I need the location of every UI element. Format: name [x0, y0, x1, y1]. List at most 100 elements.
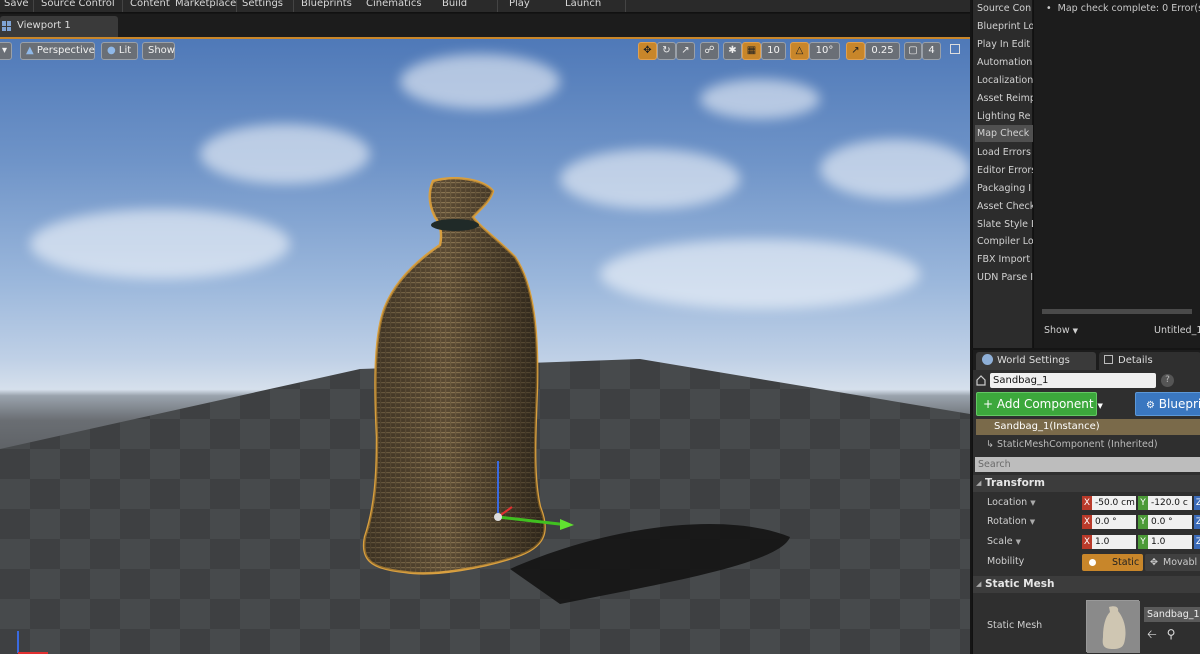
log-category-item[interactable]: Slate Style L — [975, 216, 1033, 233]
build-button[interactable]: Build — [442, 0, 467, 9]
sky-cloud — [200, 124, 370, 184]
sky-cloud — [820, 139, 970, 199]
log-category-item[interactable]: Blueprint Lo — [975, 18, 1033, 35]
chevron-down-icon: ▼ — [1030, 499, 1036, 507]
perspective-cube-icon: ▲ — [26, 45, 34, 56]
mobility-static-toggle[interactable]: Static — [1082, 554, 1143, 571]
component-tree-instance[interactable]: Sandbag_1(Instance) — [976, 419, 1200, 435]
perspective-button[interactable]: ▲ Perspective — [20, 42, 95, 60]
scale-mode-icon[interactable]: ↗ — [676, 42, 695, 60]
marketplace-button[interactable]: Marketplace — [175, 0, 236, 9]
level-viewport[interactable]: ▾ ▲ Perspective ● Lit Show ✥ ↻ ↗ ☍ ✱ ▦ 1… — [0, 37, 970, 654]
view-mode-lit-button[interactable]: ● Lit — [101, 42, 138, 60]
mobility-movable-label: Movabl — [1163, 557, 1198, 568]
scale-x-field[interactable]: 1.0 — [1092, 535, 1136, 549]
surface-snap-icon[interactable]: ✱ — [723, 42, 742, 60]
world-space-icon[interactable]: ☍ — [700, 42, 719, 60]
location-label[interactable]: Location ▼ — [987, 497, 1036, 508]
toolbar-divider — [122, 0, 123, 12]
sandbag-thumbnail-icon — [1087, 601, 1140, 653]
blueprints-button[interactable]: Blueprints — [301, 0, 352, 9]
log-category-item[interactable]: FBX Import — [975, 251, 1033, 268]
grid-snap-icon[interactable]: ▦ — [742, 42, 761, 60]
axis-z-label: Z — [1194, 535, 1200, 549]
tab-world-settings[interactable]: World Settings — [976, 352, 1096, 370]
help-icon[interactable]: ? — [1161, 374, 1174, 387]
asset-tools: 🡠 ⚲ — [1147, 625, 1175, 646]
scale-snap-icon[interactable]: ↗ — [846, 42, 865, 60]
tab-details[interactable]: Details — [1099, 352, 1200, 370]
message-log-output: • Map check complete: 0 Error(s), Show ▼… — [1033, 0, 1200, 348]
log-category-item[interactable]: Load Errors — [975, 144, 1033, 161]
use-selected-arrow-icon[interactable]: 🡠 — [1147, 627, 1157, 641]
static-mesh-thumbnail[interactable] — [1086, 600, 1140, 653]
sky-cloud — [30, 209, 290, 279]
content-button[interactable]: Content — [130, 0, 170, 9]
blueprint-button[interactable]: ⚙ Bluepri — [1135, 392, 1200, 416]
mobility-movable-toggle[interactable]: ✥ Movabl — [1145, 554, 1200, 571]
movable-icon: ✥ — [1150, 557, 1158, 568]
add-component-button[interactable]: + Add Component ▼ — [976, 392, 1103, 416]
log-category-item[interactable]: Asset Check — [975, 198, 1033, 215]
rotate-mode-icon[interactable]: ↻ — [657, 42, 676, 60]
scale-y-field[interactable]: 1.0 — [1148, 535, 1192, 549]
play-button[interactable]: Play — [509, 0, 530, 9]
log-scrollbar[interactable] — [1042, 309, 1192, 314]
component-tree-item[interactable]: ↳ StaticMeshComponent (Inherited) — [976, 438, 1200, 452]
location-y-field[interactable]: -120.0 c — [1148, 496, 1192, 510]
perspective-label: Perspective — [36, 45, 95, 56]
rotation-y-field[interactable]: 0.0 ° — [1148, 515, 1192, 529]
log-category-item[interactable]: Source Con — [975, 0, 1033, 17]
log-category-item[interactable]: UDN Parse I — [975, 269, 1033, 286]
chevron-down-icon: ▼ — [1015, 538, 1021, 546]
log-category-item[interactable]: Asset Reimp — [975, 90, 1033, 107]
log-category-item[interactable]: Play In Edit — [975, 36, 1033, 53]
rotation-snap-value[interactable]: 10° — [809, 42, 840, 60]
browse-search-icon[interactable]: ⚲ — [1167, 627, 1176, 641]
actor-name-field[interactable]: Sandbag_1 — [990, 373, 1156, 388]
scale-label[interactable]: Scale ▼ — [987, 536, 1021, 547]
log-category-item[interactable]: Lighting Re — [975, 108, 1033, 125]
log-category-item-selected[interactable]: Map Check — [975, 125, 1033, 142]
launch-button[interactable]: Launch — [565, 0, 601, 9]
log-category-item[interactable]: Packaging I — [975, 180, 1033, 197]
details-list-icon — [1104, 355, 1113, 364]
toolbar-divider — [497, 0, 498, 12]
save-button[interactable]: Save — [4, 0, 29, 9]
settings-button[interactable]: Settings — [242, 0, 283, 9]
cinematics-button[interactable]: Cinematics — [366, 0, 422, 9]
log-category-item[interactable]: Editor Errors — [975, 162, 1033, 179]
axis-x-label: X — [1082, 535, 1092, 549]
show-button[interactable]: Show — [142, 42, 175, 60]
camera-speed-icon[interactable]: ▢ — [904, 42, 922, 60]
static-dot-icon — [1089, 559, 1096, 566]
static-mesh-section-header[interactable]: Static Mesh — [973, 576, 1200, 593]
details-search-input[interactable]: Search — [975, 457, 1200, 472]
log-category-item[interactable]: Localization — [975, 72, 1033, 89]
static-mesh-asset-field[interactable]: Sandbag_1 — [1144, 607, 1200, 622]
maximize-viewport-icon[interactable] — [950, 44, 960, 54]
log-category-item[interactable]: Compiler Lo — [975, 233, 1033, 250]
transform-section-header[interactable]: Transform — [973, 475, 1200, 492]
axis-z-label: Z — [1194, 515, 1200, 529]
chevron-down-icon: ▼ — [1072, 327, 1079, 335]
static-mesh-title: Static Mesh — [985, 578, 1055, 590]
sky-cloud — [560, 149, 740, 209]
viewport-options-button[interactable]: ▾ — [0, 42, 12, 60]
tab-viewport-1[interactable]: Viewport 1 — [0, 16, 118, 37]
sky-cloud — [400, 54, 560, 109]
rotation-label[interactable]: Rotation ▼ — [987, 516, 1035, 527]
scale-snap-value[interactable]: 0.25 — [865, 42, 900, 60]
camera-speed-value[interactable]: 4 — [922, 42, 941, 60]
log-category-item[interactable]: Automation — [975, 54, 1033, 71]
location-x-field[interactable]: -50.0 cm — [1092, 496, 1136, 510]
rotation-snap-icon[interactable]: △ — [790, 42, 809, 60]
log-show-dropdown[interactable]: Show ▼ — [1044, 325, 1078, 336]
rotation-x-field[interactable]: 0.0 ° — [1092, 515, 1136, 529]
source-control-button[interactable]: Source Control — [41, 0, 115, 9]
toolbar-divider — [236, 0, 237, 12]
transform-gizmo[interactable] — [488, 459, 578, 539]
translate-mode-icon[interactable]: ✥ — [638, 42, 657, 60]
grid-snap-value[interactable]: 10 — [761, 42, 786, 60]
axis-x-label: X — [1082, 515, 1092, 529]
